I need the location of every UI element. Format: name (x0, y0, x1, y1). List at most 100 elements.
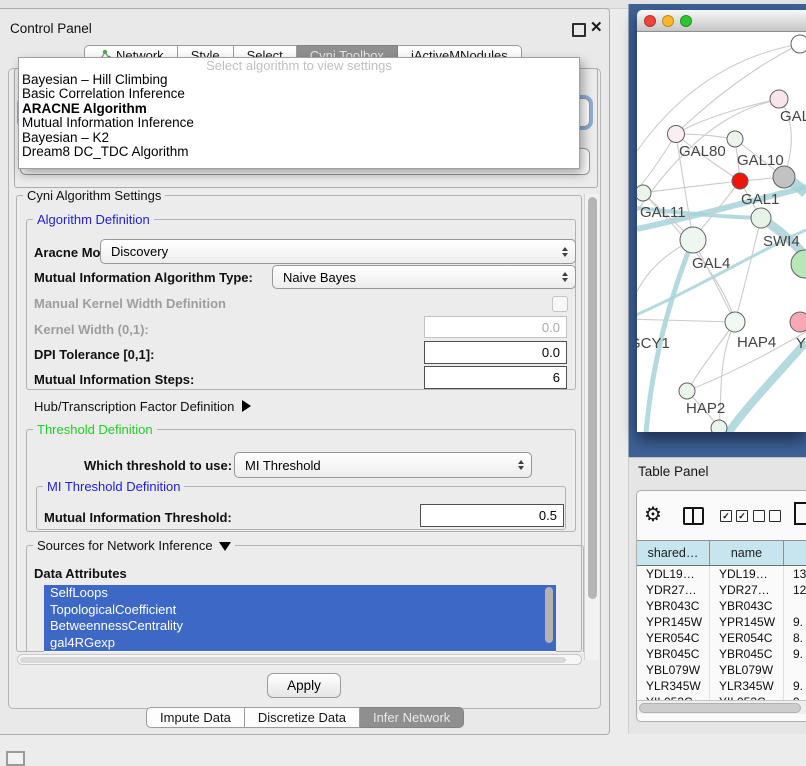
zoom-traffic-light-icon[interactable] (680, 15, 692, 27)
network-canvas-area[interactable]: GALGAL80GAL10GAL1GAL11SWI4GAL4GCY1HAP4YH… (637, 32, 806, 432)
close-icon[interactable]: ✕ (590, 18, 603, 36)
attributes-list-scrollbar[interactable] (545, 587, 553, 643)
network-edge[interactable] (693, 240, 735, 322)
minimize-traffic-light-icon[interactable] (662, 15, 674, 27)
network-node[interactable] (725, 312, 745, 332)
network-edge[interactable] (676, 99, 779, 134)
network-edge-thick[interactable] (728, 342, 806, 432)
data-attributes-list[interactable]: SelfLoopsTopologicalCoefficientBetweenne… (44, 585, 556, 652)
mi-threshold-field[interactable]: 0.5 (420, 504, 564, 527)
table-cell[interactable]: YBR043C (637, 598, 710, 614)
network-node[interactable] (790, 312, 806, 332)
column-header-name[interactable]: name (710, 541, 784, 565)
network-node[interactable] (637, 185, 651, 201)
table-row[interactable]: YBL079WYBL079W (637, 662, 806, 678)
aracne-mode-select[interactable]: Discovery (100, 239, 576, 264)
columns-icon[interactable] (683, 507, 704, 525)
table-cell[interactable] (784, 662, 806, 678)
table-row[interactable]: YER054CYER054C8. (637, 630, 806, 646)
new-table-icon[interactable] (794, 502, 806, 525)
sources-group-title[interactable]: Sources for Network Inference (33, 538, 235, 553)
network-window-titlebar[interactable] (637, 10, 806, 32)
data-attribute-item[interactable]: gal4RGexp (44, 635, 556, 652)
network-node-label: GAL1 (741, 191, 779, 208)
table-cell[interactable]: YPR145W (637, 614, 710, 630)
tab-infer-network[interactable]: Infer Network (360, 707, 464, 728)
network-node[interactable] (751, 208, 771, 228)
column-header-shared[interactable]: shared… (637, 541, 710, 565)
table-row[interactable]: YDL19…YDL19…13 (637, 566, 806, 582)
table-cell[interactable]: 8. (784, 630, 806, 646)
column-header-partial[interactable] (784, 541, 806, 565)
algorithm-option[interactable]: Mutual Information Inference (19, 116, 579, 130)
table-cell[interactable]: YBR045C (637, 646, 710, 662)
table-cell[interactable]: 13 (784, 566, 806, 582)
network-node[interactable] (770, 90, 788, 108)
network-edge[interactable] (735, 218, 761, 322)
network-node[interactable] (732, 173, 748, 189)
table-horizontal-scrollbar[interactable] (637, 700, 806, 714)
close-traffic-light-icon[interactable] (644, 15, 656, 27)
table-cell[interactable]: 9. (784, 614, 806, 630)
network-edge[interactable] (637, 319, 735, 322)
table-row[interactable]: YDR27…YDR27…12 (637, 582, 806, 598)
network-edge[interactable] (637, 240, 693, 319)
table-cell[interactable] (784, 598, 806, 614)
stepper-arrows-icon (562, 266, 568, 288)
table-cell[interactable]: YPR145W (710, 614, 784, 630)
deselect-all-checkboxes-icon[interactable] (753, 510, 781, 522)
apply-button[interactable]: Apply (267, 673, 341, 698)
table-cell[interactable]: YBL079W (710, 662, 784, 678)
table-row[interactable]: YLR345WYLR345W9. (637, 678, 806, 694)
table-cell[interactable]: YLR345W (637, 678, 710, 694)
kernel-width-field[interactable]: 0.0 (424, 316, 567, 338)
data-attribute-item[interactable]: TopologicalCoefficient (44, 602, 556, 619)
gear-icon[interactable]: ⚙ (644, 502, 662, 527)
table-cell[interactable]: YLR345W (710, 678, 784, 694)
algorithm-option[interactable]: ARACNE Algorithm (19, 102, 579, 116)
mi-type-select[interactable]: Naive Bayes (272, 265, 576, 289)
docked-panel-icon[interactable] (6, 751, 25, 766)
network-node[interactable] (791, 35, 806, 53)
table-cell[interactable]: 9. (784, 646, 806, 662)
algorithm-option[interactable]: Bayesian – Hill Climbing (19, 73, 579, 87)
table-row[interactable]: YBR045CYBR045C9. (637, 646, 806, 662)
table-cell[interactable]: YER054C (637, 630, 710, 646)
network-node[interactable] (773, 166, 795, 188)
table-cell[interactable]: 12 (784, 582, 806, 598)
table-cell[interactable]: 9. (784, 678, 806, 694)
table-cell[interactable]: YBR045C (710, 646, 784, 662)
network-node[interactable] (668, 126, 685, 143)
table-cell[interactable]: YBL079W (637, 662, 710, 678)
settings-vertical-scrollbar[interactable] (584, 194, 599, 660)
algorithm-option[interactable]: Bayesian – K2 (19, 131, 579, 145)
table-cell[interactable]: YDL19… (710, 566, 784, 582)
table-row[interactable]: YBR043CYBR043C (637, 598, 806, 614)
algorithm-option[interactable]: Dream8 DC_TDC Algorithm (19, 145, 579, 159)
mi-steps-label: Mutual Information Steps: (34, 372, 194, 387)
dpi-tolerance-field[interactable]: 0.0 (424, 341, 567, 364)
network-node[interactable] (727, 131, 743, 147)
data-attribute-item[interactable]: SelfLoops (44, 585, 556, 602)
manual-kernel-checkbox[interactable] (552, 296, 568, 312)
hub-definition-expander[interactable]: Hub/Transcription Factor Definition (34, 399, 251, 414)
table-cell[interactable]: YDR27… (710, 582, 784, 598)
which-threshold-select[interactable]: MI Threshold (234, 452, 532, 478)
table-cell[interactable]: YBR043C (710, 598, 784, 614)
tab-discretize-data[interactable]: Discretize Data (245, 707, 360, 728)
table-cell[interactable]: YDL19… (637, 566, 710, 582)
table-row[interactable]: YPR145WYPR145W9. (637, 614, 806, 630)
mi-steps-field[interactable]: 6 (424, 366, 567, 389)
network-node[interactable] (791, 250, 806, 278)
data-attribute-item[interactable]: BetweennessCentrality (44, 618, 556, 635)
float-window-icon[interactable] (572, 23, 586, 37)
tab-impute-data[interactable]: Impute Data (146, 707, 245, 728)
select-all-checkboxes-icon[interactable]: ✓✓ (720, 510, 748, 522)
algorithm-option[interactable]: Basic Correlation Inference (19, 87, 579, 101)
network-node[interactable] (680, 227, 706, 253)
settings-horizontal-scrollbar[interactable] (17, 654, 582, 665)
network-node[interactable] (711, 420, 727, 432)
table-cell[interactable]: YER054C (710, 630, 784, 646)
network-node[interactable] (679, 383, 695, 399)
table-cell[interactable]: YDR27… (637, 582, 710, 598)
